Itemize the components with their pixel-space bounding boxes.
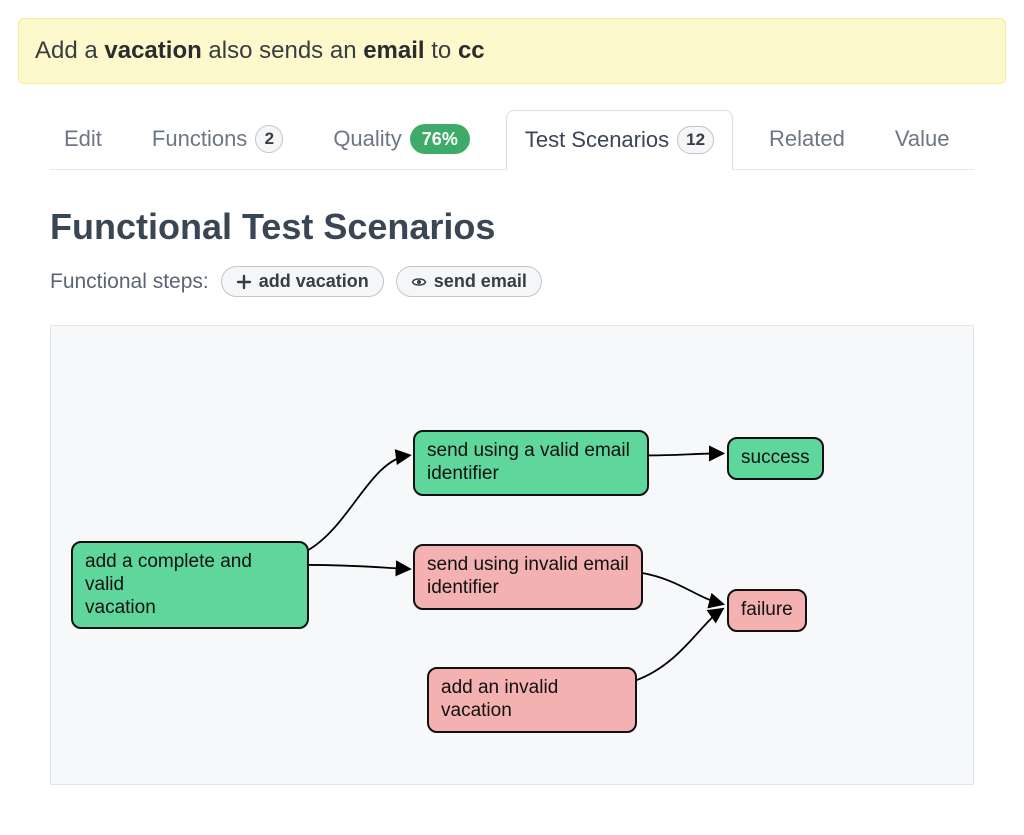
banner-part-0: Add a bbox=[35, 37, 104, 64]
tab-edit[interactable]: Edit bbox=[50, 110, 116, 168]
tab-label: Functions bbox=[152, 126, 247, 152]
chip-label: add vacation bbox=[259, 271, 369, 292]
tab-label: Quality bbox=[333, 126, 401, 152]
quality-percent-badge: 76% bbox=[410, 124, 470, 154]
node-send-valid-email[interactable]: send using a valid emailidentifier bbox=[413, 430, 649, 496]
chip-label: send email bbox=[434, 271, 527, 292]
node-label: failure bbox=[741, 599, 793, 620]
section-heading: Functional Test Scenarios bbox=[50, 206, 974, 248]
steps-label: Functional steps: bbox=[50, 270, 209, 294]
banner-part-3: email bbox=[363, 37, 424, 64]
eye-icon bbox=[411, 274, 427, 290]
node-success[interactable]: success bbox=[727, 437, 824, 480]
tab-strip: Edit Functions 2 Quality 76% Test Scenar… bbox=[50, 108, 974, 170]
node-failure[interactable]: failure bbox=[727, 589, 807, 632]
tab-quality[interactable]: Quality 76% bbox=[319, 108, 484, 170]
tab-functions[interactable]: Functions 2 bbox=[138, 109, 297, 169]
tab-test-scenarios[interactable]: Test Scenarios 12 bbox=[506, 110, 733, 170]
node-send-invalid-email[interactable]: send using invalid emailidentifier bbox=[413, 544, 643, 610]
plus-icon bbox=[236, 274, 252, 290]
banner-part-4: to bbox=[425, 37, 458, 64]
functional-steps-row: Functional steps: add vacation send emai… bbox=[50, 266, 974, 297]
banner-part-1: vacation bbox=[104, 37, 201, 64]
node-add-valid-vacation[interactable]: add a complete and validvacation bbox=[71, 541, 309, 629]
scenarios-count-badge: 12 bbox=[677, 126, 714, 154]
tab-label: Edit bbox=[64, 126, 102, 152]
tab-related[interactable]: Related bbox=[755, 110, 859, 168]
node-label: send using a valid emailidentifier bbox=[427, 440, 630, 484]
title-banner: Add a vacation also sends an email to cc bbox=[18, 18, 1006, 84]
tab-label: Related bbox=[769, 126, 845, 152]
node-label: success bbox=[741, 447, 810, 468]
node-label: add an invalid vacation bbox=[441, 677, 558, 721]
banner-part-2: also sends an bbox=[202, 37, 363, 64]
scenario-diagram: add a complete and validvacation send us… bbox=[50, 325, 974, 785]
node-add-invalid-vacation[interactable]: add an invalid vacation bbox=[427, 667, 637, 733]
functions-count-badge: 2 bbox=[255, 125, 283, 153]
tab-value[interactable]: Value bbox=[881, 110, 964, 168]
node-label: send using invalid emailidentifier bbox=[427, 554, 629, 598]
banner-part-5: cc bbox=[458, 37, 485, 64]
step-chip-add-vacation[interactable]: add vacation bbox=[221, 266, 384, 297]
tab-label: Value bbox=[895, 126, 950, 152]
tab-label: Test Scenarios bbox=[525, 127, 669, 153]
step-chip-send-email[interactable]: send email bbox=[396, 266, 542, 297]
node-label: add a complete and validvacation bbox=[85, 551, 252, 618]
